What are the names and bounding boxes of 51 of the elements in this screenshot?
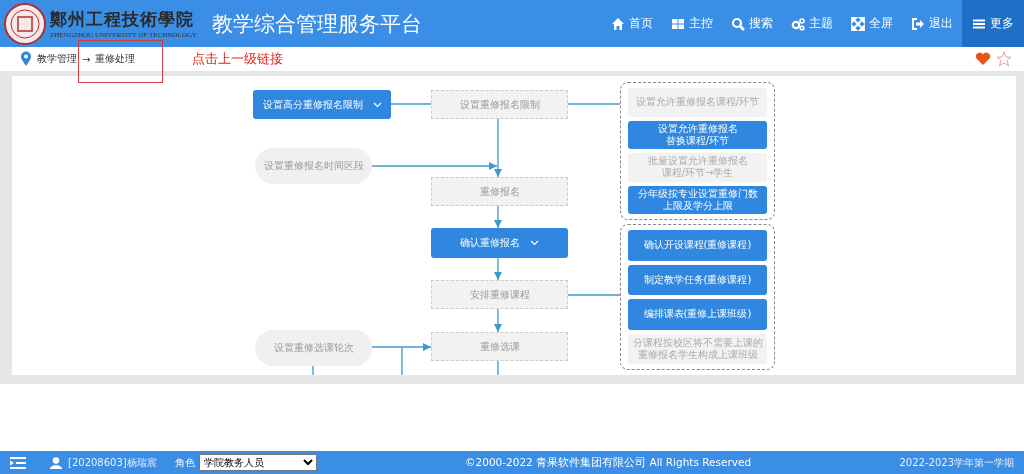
connector-line bbox=[401, 346, 403, 375]
breadcrumb-link[interactable]: 教学管理 bbox=[37, 52, 77, 66]
connector-line bbox=[497, 360, 499, 375]
action-button[interactable]: 制定教学任务(重修课程) bbox=[628, 264, 767, 295]
nav-button[interactable]: 主控 bbox=[662, 0, 722, 47]
search-icon bbox=[731, 16, 745, 31]
connector-line bbox=[390, 103, 432, 105]
step-box: 安排重修课程 bbox=[431, 280, 568, 309]
action-button[interactable]: 分年级按专业设置重修门数 上限及学分上限 bbox=[628, 185, 767, 214]
logout-icon bbox=[911, 16, 925, 31]
logo-name: 鄭州工程技術學院 bbox=[50, 9, 195, 31]
sidebar-toggle-icon bbox=[10, 456, 26, 469]
location-pin-icon bbox=[20, 51, 32, 67]
connector-arrow bbox=[494, 308, 502, 333]
fullscreen-icon bbox=[851, 16, 865, 31]
nav-button[interactable]: 全屏 bbox=[842, 0, 902, 47]
nav-button[interactable]: 退出 bbox=[902, 0, 962, 47]
windows-icon bbox=[671, 16, 685, 31]
connector-arrow bbox=[494, 257, 502, 281]
step-box: 设置重修报名限制 bbox=[431, 90, 568, 119]
breadcrumb-link[interactable]: 重修处理 bbox=[95, 52, 136, 66]
role-select[interactable]: 学院教务人员 bbox=[198, 454, 317, 471]
connector-arrow bbox=[494, 205, 502, 229]
connector-line bbox=[567, 103, 621, 105]
separator-arrow: → bbox=[82, 53, 91, 65]
action-button[interactable]: 设置允许重修报名 替换课程/环节 bbox=[628, 120, 767, 149]
connector-line bbox=[312, 365, 314, 375]
gears-icon bbox=[791, 16, 805, 31]
app-title: 教学综合管理服务平台 bbox=[212, 10, 422, 38]
step-box: 重修报名 bbox=[431, 177, 568, 206]
copyright-text: ©2000-2022 青果软件集团有限公司 All Rights Reserved bbox=[465, 455, 752, 470]
nav-button[interactable]: 主题 bbox=[782, 0, 842, 47]
term-text: 2022-2023学年第一学期 bbox=[899, 455, 1014, 470]
nav-button[interactable]: 首页 bbox=[602, 0, 662, 47]
action-button[interactable]: 确认开设课程(重修课程) bbox=[628, 230, 767, 261]
action-button[interactable]: 编排课表(重修上课班级) bbox=[628, 299, 767, 330]
step-pill: 设置重修选课轮次 bbox=[255, 330, 372, 366]
connector-line bbox=[567, 294, 621, 296]
role-label: 角色 bbox=[174, 455, 195, 470]
user-name: [20208603]杨瑞宸 bbox=[68, 455, 157, 470]
step-button[interactable]: 设置高分重修报名限制 bbox=[253, 90, 391, 119]
step-pill: 设置重修报名时间区段 bbox=[255, 148, 372, 184]
nav-button[interactable]: 搜索 bbox=[722, 0, 782, 47]
connector-arrow bbox=[371, 343, 432, 351]
annotation-text: 点击上一级链接 bbox=[192, 50, 284, 68]
step-button[interactable]: 确认重修报名 bbox=[431, 228, 568, 258]
user-icon bbox=[50, 456, 62, 469]
home-icon bbox=[611, 16, 625, 31]
step-box: 重修选课 bbox=[431, 332, 568, 361]
seal-icon bbox=[4, 2, 46, 45]
nav-button[interactable]: 更多 bbox=[962, 0, 1024, 47]
